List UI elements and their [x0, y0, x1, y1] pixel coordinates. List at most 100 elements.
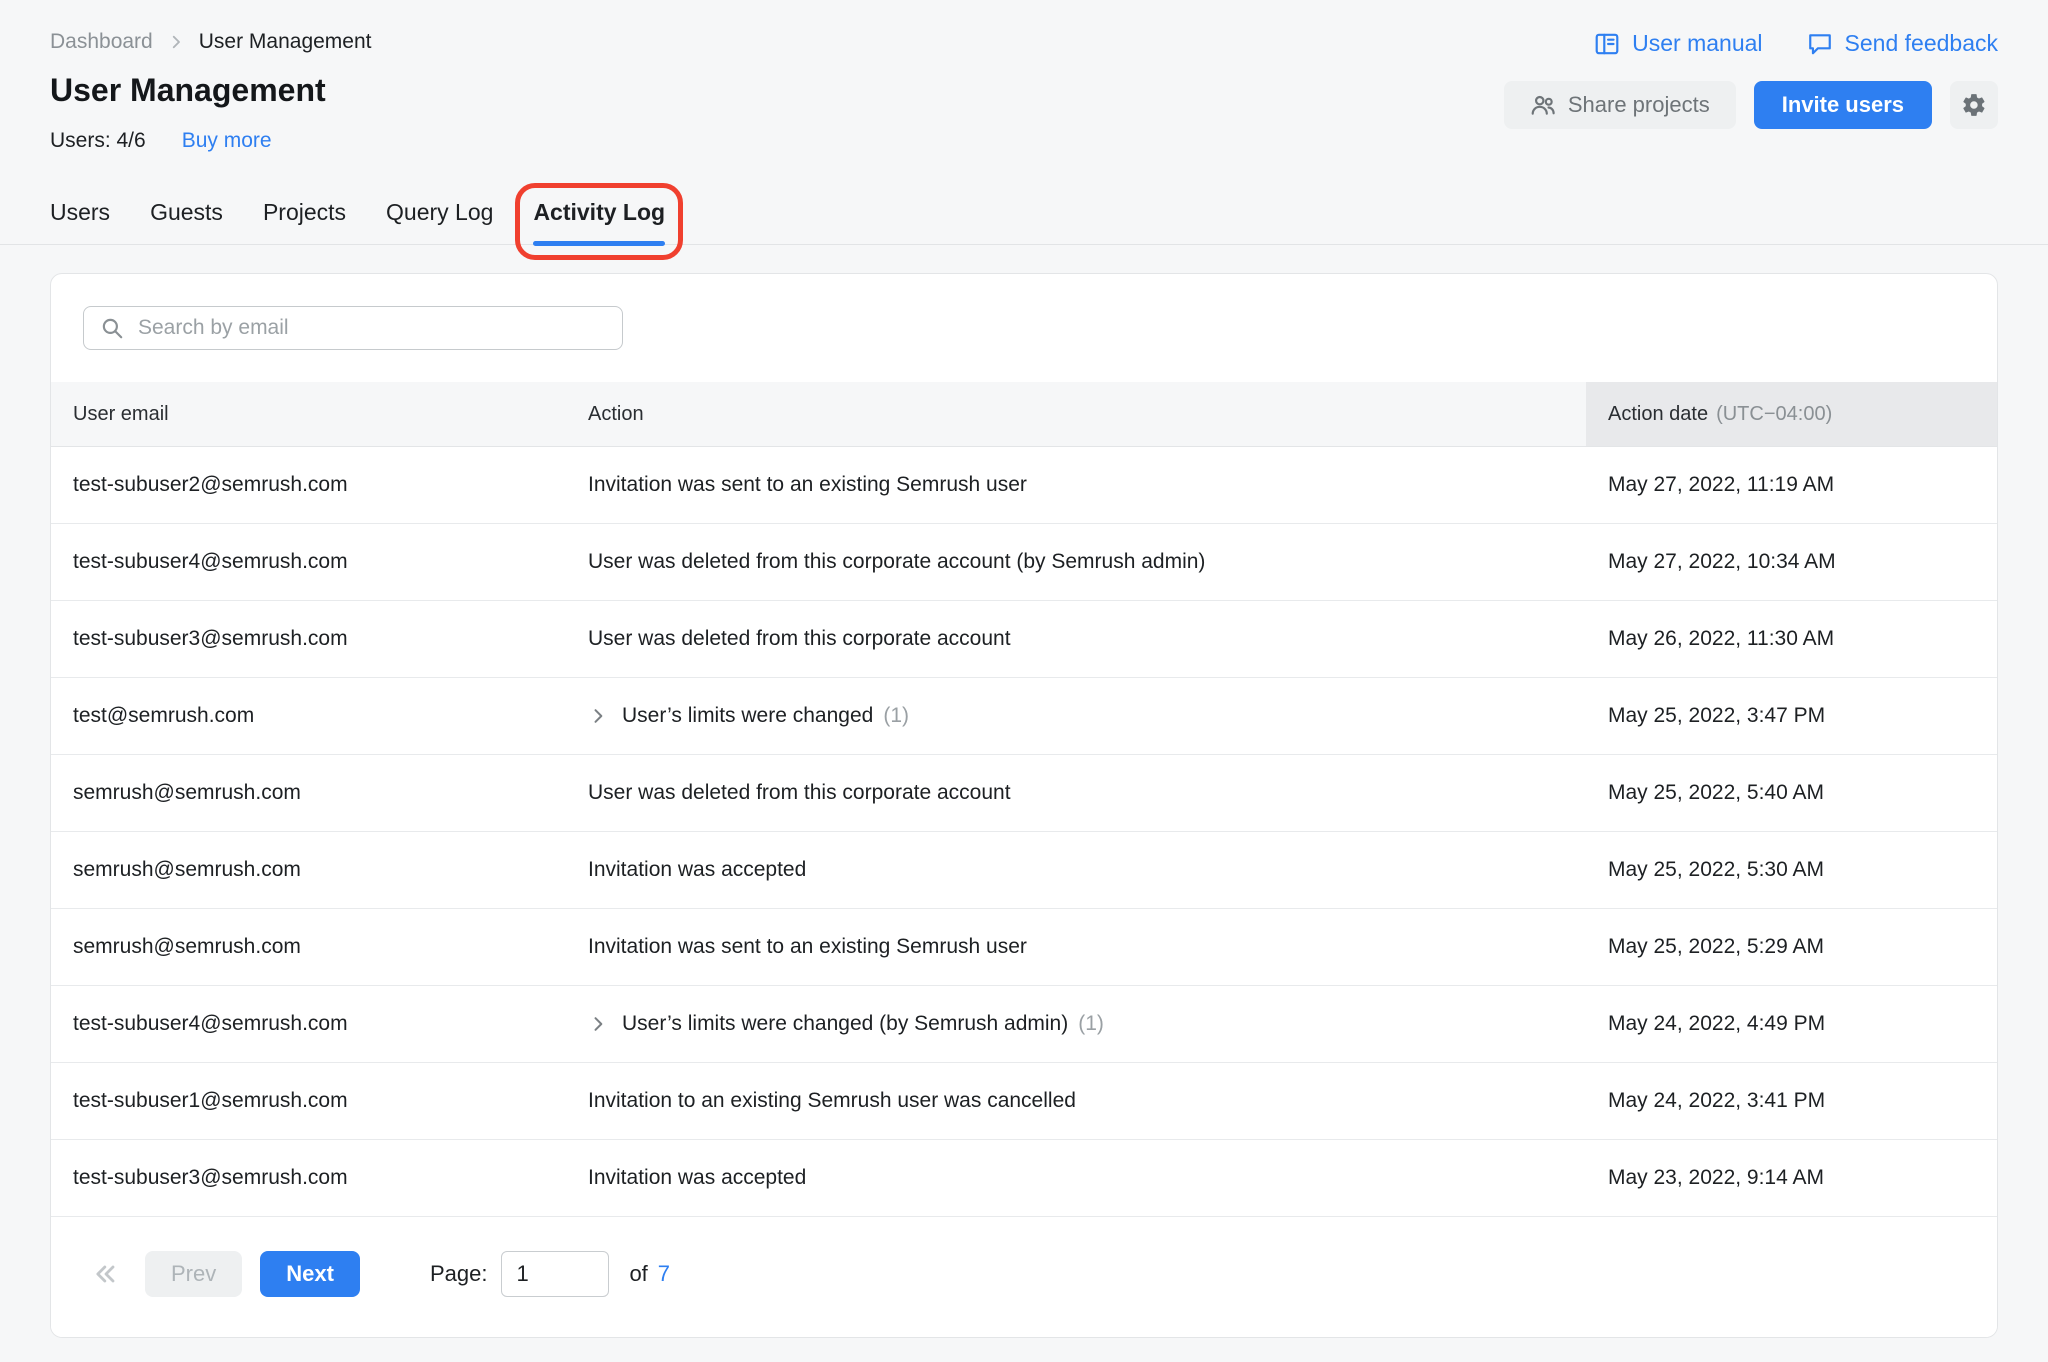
row-email: test-subuser4@semrush.com — [51, 986, 566, 1062]
column-header-email: User email — [51, 382, 566, 446]
user-management-page: Dashboard User Management User Managemen… — [0, 0, 2048, 1362]
next-page-button[interactable]: Next — [260, 1251, 360, 1297]
row-email: test-subuser4@semrush.com — [51, 524, 566, 600]
user-manual-label: User manual — [1632, 30, 1762, 57]
gear-icon — [1961, 92, 1987, 118]
share-projects-label: Share projects — [1568, 92, 1710, 118]
page-input[interactable] — [501, 1251, 609, 1297]
activity-table: User email Action Action date (UTC−04:00… — [51, 382, 1997, 1217]
row-email: semrush@semrush.com — [51, 832, 566, 908]
header-left: Dashboard User Management User Managemen… — [50, 30, 371, 153]
tab-users[interactable]: Users — [50, 193, 110, 244]
row-action: Invitation to an existing Semrush user w… — [566, 1063, 1586, 1139]
row-action-count: (1) — [883, 704, 909, 728]
tab-query-log[interactable]: Query Log — [386, 193, 493, 244]
header-right: User manual Send feedback Share projects… — [1504, 30, 1998, 129]
table-row: test-subuser3@semrush.com Invitation was… — [51, 1140, 1997, 1217]
row-action: Invitation was sent to an existing Semru… — [566, 447, 1586, 523]
row-date: May 24, 2022, 3:41 PM — [1586, 1063, 1997, 1139]
table-row: semrush@semrush.com Invitation was sent … — [51, 909, 1997, 986]
users-quota-line: Users: 4/6 Buy more — [50, 129, 371, 153]
user-manual-icon — [1594, 31, 1620, 57]
row-date: May 25, 2022, 5:40 AM — [1586, 755, 1997, 831]
table-header: User email Action Action date (UTC−04:00… — [51, 382, 1997, 447]
search-box — [83, 306, 623, 350]
table-row: semrush@semrush.com Invitation was accep… — [51, 832, 1997, 909]
column-header-date: Action date (UTC−04:00) — [1586, 382, 1997, 446]
activity-log-panel: User email Action Action date (UTC−04:00… — [50, 273, 1998, 1338]
row-action: User was deleted from this corporate acc… — [566, 524, 1586, 600]
search-icon — [99, 315, 125, 341]
row-date: May 27, 2022, 11:19 AM — [1586, 447, 1997, 523]
action-buttons: Share projects Invite users — [1504, 81, 1998, 129]
search-input[interactable] — [83, 306, 623, 350]
row-date: May 27, 2022, 10:34 AM — [1586, 524, 1997, 600]
row-action-text: Invitation was accepted — [588, 858, 806, 882]
row-action-count: (1) — [1078, 1012, 1104, 1036]
prev-page-button[interactable]: Prev — [145, 1251, 242, 1297]
row-email: semrush@semrush.com — [51, 755, 566, 831]
row-date: May 23, 2022, 9:14 AM — [1586, 1140, 1997, 1216]
table-row: semrush@semrush.com User was deleted fro… — [51, 755, 1997, 832]
active-tab-underline — [533, 241, 665, 246]
page-label: Page: — [430, 1261, 488, 1287]
settings-button[interactable] — [1950, 81, 1998, 129]
expand-chevron-icon[interactable] — [588, 706, 608, 726]
row-action: User’s limits were changed (by Semrush a… — [566, 986, 1586, 1062]
page-title: User Management — [50, 72, 371, 109]
row-action-text: User’s limits were changed — [622, 704, 873, 728]
expand-chevron-icon[interactable] — [588, 1014, 608, 1034]
row-date: May 25, 2022, 3:47 PM — [1586, 678, 1997, 754]
row-email: test-subuser3@semrush.com — [51, 1140, 566, 1216]
row-date: May 26, 2022, 11:30 AM — [1586, 601, 1997, 677]
row-action-text: Invitation was sent to an existing Semru… — [588, 473, 1027, 497]
table-row: test-subuser2@semrush.com Invitation was… — [51, 447, 1997, 524]
column-header-date-label: Action date — [1608, 403, 1708, 426]
row-action: User was deleted from this corporate acc… — [566, 755, 1586, 831]
row-action-text: User was deleted from this corporate acc… — [588, 550, 1205, 574]
row-action: User was deleted from this corporate acc… — [566, 601, 1586, 677]
send-feedback-label: Send feedback — [1845, 30, 1998, 57]
row-action: User’s limits were changed (1) — [566, 678, 1586, 754]
table-row: test-subuser1@semrush.com Invitation to … — [51, 1063, 1997, 1140]
row-action: Invitation was sent to an existing Semru… — [566, 909, 1586, 985]
row-email: test-subuser3@semrush.com — [51, 601, 566, 677]
search-area — [51, 274, 1997, 382]
tab-guests[interactable]: Guests — [150, 193, 223, 244]
row-action-text: User was deleted from this corporate acc… — [588, 627, 1011, 651]
row-action-text: Invitation was sent to an existing Semru… — [588, 935, 1027, 959]
users-count: Users: 4/6 — [50, 129, 146, 153]
buy-more-link[interactable]: Buy more — [182, 129, 272, 153]
row-date: May 25, 2022, 5:30 AM — [1586, 832, 1997, 908]
table-body: test-subuser2@semrush.com Invitation was… — [51, 447, 1997, 1217]
breadcrumb-dashboard[interactable]: Dashboard — [50, 30, 153, 54]
invite-users-button[interactable]: Invite users — [1754, 81, 1932, 129]
send-feedback-link[interactable]: Send feedback — [1807, 30, 1998, 57]
row-email: test@semrush.com — [51, 678, 566, 754]
total-pages-link[interactable]: 7 — [658, 1261, 670, 1287]
column-header-action: Action — [566, 382, 1586, 446]
first-page-button[interactable] — [83, 1251, 129, 1297]
table-row: test-subuser3@semrush.com User was delet… — [51, 601, 1997, 678]
of-label: of — [629, 1261, 647, 1287]
page-header: Dashboard User Management User Managemen… — [0, 0, 2048, 153]
breadcrumb-chevron-icon — [167, 33, 185, 51]
row-date: May 25, 2022, 5:29 AM — [1586, 909, 1997, 985]
table-row: test@semrush.com User’s limits were chan… — [51, 678, 1997, 755]
row-email: test-subuser2@semrush.com — [51, 447, 566, 523]
row-action-text: User’s limits were changed (by Semrush a… — [622, 1012, 1068, 1036]
row-email: semrush@semrush.com — [51, 909, 566, 985]
page-total: of 7 — [629, 1261, 670, 1287]
share-projects-button[interactable]: Share projects — [1504, 81, 1736, 129]
breadcrumb-current: User Management — [199, 30, 372, 54]
row-date: May 24, 2022, 4:49 PM — [1586, 986, 1997, 1062]
tab-activity-log[interactable]: Activity Log — [533, 193, 665, 244]
user-manual-link[interactable]: User manual — [1594, 30, 1762, 57]
double-chevron-left-icon — [92, 1260, 120, 1288]
feedback-bubble-icon — [1807, 31, 1833, 57]
row-action-text: Invitation was accepted — [588, 1166, 806, 1190]
tab-projects[interactable]: Projects — [263, 193, 346, 244]
row-email: test-subuser1@semrush.com — [51, 1063, 566, 1139]
table-row: test-subuser4@semrush.com User was delet… — [51, 524, 1997, 601]
row-action-text: Invitation to an existing Semrush user w… — [588, 1089, 1076, 1113]
